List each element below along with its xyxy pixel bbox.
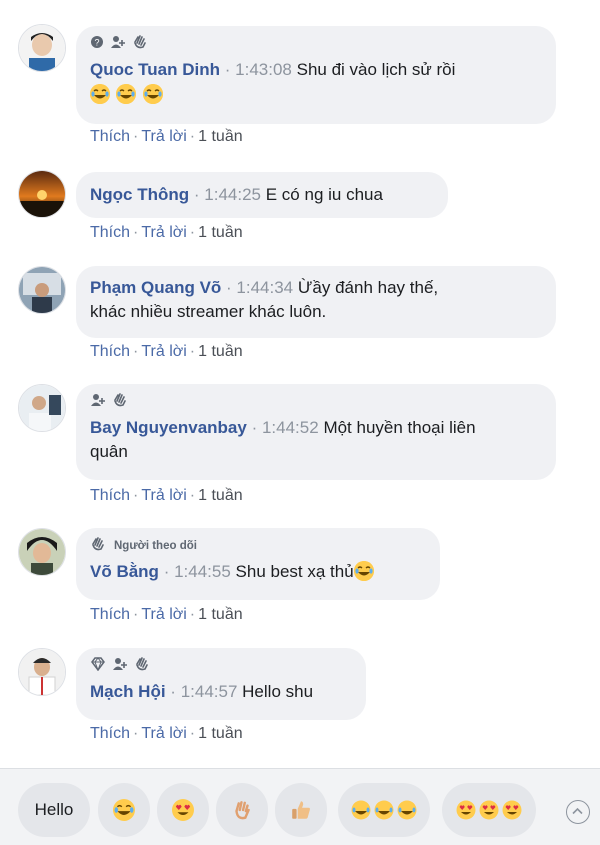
laughing-emoji-icon: [116, 84, 137, 104]
author-name[interactable]: Quoc Tuan Dinh: [90, 60, 220, 79]
diamond-badge-icon: [90, 656, 106, 676]
laughing-emoji-icon: [113, 799, 135, 821]
follower-badge-icon: [90, 393, 106, 412]
wave-hand-icon: [235, 801, 250, 820]
avatar[interactable]: [18, 24, 66, 72]
reply-link[interactable]: Trả lời: [141, 128, 186, 145]
wave-badge-icon: [90, 536, 106, 556]
quick-reply-triple-heart-eyes[interactable]: [442, 783, 536, 837]
wave-badge-icon: [132, 34, 148, 54]
comment-bubble: Người theo dõi Võ Bằng · 1:44:55 Shu bes…: [76, 528, 440, 600]
follower-badge-label: Người theo dõi: [114, 540, 197, 552]
follower-badge-icon: [112, 657, 128, 676]
avatar[interactable]: [18, 170, 66, 218]
laughing-emoji-icon: [90, 84, 110, 104]
comment-actions: Thích · Trả lời · 1 tuần: [90, 224, 243, 241]
comment-age[interactable]: 1 tuần: [198, 224, 242, 241]
badge-row: [90, 392, 542, 412]
like-link[interactable]: Thích: [90, 606, 130, 623]
comment-text: Ừầy đánh hay thế,: [297, 278, 439, 297]
triple-laughing-emoji-icon: [351, 800, 417, 820]
comment-age[interactable]: 1 tuần: [198, 343, 242, 360]
reply-link[interactable]: Trả lời: [141, 224, 186, 241]
reply-link[interactable]: Trả lời: [141, 487, 186, 504]
comment-timestamp[interactable]: 1:44:57: [181, 682, 238, 701]
reply-link[interactable]: Trả lời: [141, 606, 186, 623]
comment-bubble: Phạm Quang Võ · 1:44:34 Ừầy đánh hay thế…: [76, 266, 556, 338]
comment-actions: Thích · Trả lời · 1 tuần: [90, 725, 243, 742]
comment-actions: Thích · Trả lời · 1 tuần: [90, 343, 243, 360]
expand-quick-replies-button[interactable]: [566, 800, 590, 824]
reply-link[interactable]: Trả lời: [141, 343, 186, 360]
laughing-emoji-icon: [353, 561, 374, 581]
comment-age[interactable]: 1 tuần: [198, 487, 242, 504]
laughing-emoji-icon: [142, 84, 163, 104]
author-name[interactable]: Mạch Hội: [90, 682, 166, 701]
comment-actions: Thích · Trả lời · 1 tuần: [90, 128, 243, 145]
badge-row: Người theo dõi: [90, 536, 426, 556]
wave-badge-icon: [112, 392, 128, 412]
comment-text-continued: khác nhiều streamer khác luôn.: [90, 302, 327, 321]
heart-eyes-emoji-icon: [172, 799, 194, 821]
author-name[interactable]: Ngọc Thông: [90, 185, 189, 204]
author-name[interactable]: Võ Bằng: [90, 562, 159, 581]
comment-age[interactable]: 1 tuần: [198, 606, 242, 623]
like-link[interactable]: Thích: [90, 128, 130, 145]
comment-timestamp[interactable]: 1:44:34: [236, 278, 293, 297]
author-name[interactable]: Bay Nguyenvanbay: [90, 418, 247, 437]
comment-timestamp[interactable]: 1:44:55: [174, 562, 231, 581]
reply-link[interactable]: Trả lời: [141, 725, 186, 742]
comment-actions: Thích · Trả lời · 1 tuần: [90, 606, 243, 623]
follower-badge-icon: [110, 35, 126, 54]
quick-reply-laughing[interactable]: [98, 783, 150, 837]
quick-reply-bar: Hello: [0, 768, 600, 845]
avatar[interactable]: [18, 266, 66, 314]
like-link[interactable]: Thích: [90, 725, 130, 742]
thumbs-up-icon: [292, 801, 310, 819]
avatar[interactable]: [18, 384, 66, 432]
comment-timestamp[interactable]: 1:44:25: [204, 185, 261, 204]
quick-reply-thumbs-up[interactable]: [275, 783, 327, 837]
quick-reply-heart-eyes[interactable]: [157, 783, 209, 837]
comment-timestamp[interactable]: 1:43:08: [235, 60, 292, 79]
comment-timestamp[interactable]: 1:44:52: [262, 418, 319, 437]
comment-bubble: Bay Nguyenvanbay · 1:44:52 Một huyền tho…: [76, 384, 556, 480]
comment-age[interactable]: 1 tuần: [198, 725, 242, 742]
comment-text: Shu đi vào lịch sử rồi: [296, 60, 456, 79]
avatar[interactable]: [18, 528, 66, 576]
avatar[interactable]: [18, 648, 66, 696]
author-name[interactable]: Phạm Quang Võ: [90, 278, 221, 297]
quick-reply-triple-laughing[interactable]: [338, 783, 430, 837]
comment-text-continued: quân: [90, 442, 128, 461]
quick-reply-wave[interactable]: [216, 783, 268, 837]
quick-reply-hello-label: Hello: [34, 800, 74, 819]
comment-actions: Thích · Trả lời · 1 tuần: [90, 487, 243, 504]
svg-text:?: ?: [94, 37, 99, 47]
comment-age[interactable]: 1 tuần: [198, 128, 242, 145]
like-link[interactable]: Thích: [90, 343, 130, 360]
comment-text: E có ng iu chua: [265, 185, 383, 204]
chevron-up-icon: [572, 807, 583, 815]
comment-bubble: ? Quoc Tuan Dinh · 1:43:08 Shu đi vào lị…: [76, 26, 556, 124]
triple-heart-eyes-emoji-icon: [456, 800, 522, 820]
comment-text: Một huyền thoại liên: [323, 418, 476, 437]
comment-bubble: Mạch Hội · 1:44:57 Hello shu: [76, 648, 366, 720]
like-link[interactable]: Thích: [90, 487, 130, 504]
badge-row: [90, 656, 352, 676]
like-link[interactable]: Thích: [90, 224, 130, 241]
comment-text: Shu best xạ thủ: [235, 562, 354, 581]
comment-text: Hello shu: [242, 682, 314, 701]
quick-reply-hello[interactable]: Hello: [18, 783, 90, 837]
wave-badge-icon: [134, 656, 150, 676]
question-badge-icon: ?: [90, 35, 104, 54]
comment-bubble: Ngọc Thông · 1:44:25 E có ng iu chua: [76, 172, 448, 218]
badge-row: ?: [90, 34, 542, 54]
